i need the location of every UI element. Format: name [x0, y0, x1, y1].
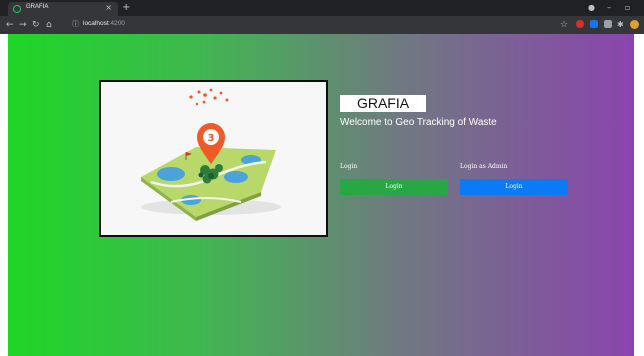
reload-icon[interactable]: ↻ — [32, 19, 40, 31]
pin-badge: 3 — [208, 133, 215, 144]
tab-title: GRAFIA — [26, 4, 49, 10]
profile-indicator-icon[interactable]: ● — [588, 3, 595, 13]
forward-icon[interactable]: → — [19, 19, 27, 31]
login-button[interactable]: Login — [340, 179, 448, 195]
maximize-icon[interactable]: ▫ — [625, 3, 630, 13]
admin-login-label: Login as Admin — [460, 163, 508, 170]
minimize-icon[interactable]: – — [607, 3, 611, 13]
new-tab-icon[interactable]: + — [122, 3, 130, 13]
extension-icon[interactable] — [604, 20, 612, 28]
tab-close-icon[interactable]: × — [105, 3, 112, 13]
browser-tabstrip: GRAFIA × + ● – ▫ — [0, 0, 644, 16]
star-icon[interactable]: ☆ — [560, 19, 568, 31]
url-text: localhost:4200 — [83, 20, 125, 27]
browser-toolbar: ← → ↻ ⌂ ⓘ localhost:4200 ☆ ✱ — [0, 16, 644, 34]
welcome-subtitle: Welcome to Geo Tracking of Waste — [340, 117, 497, 128]
page-background: 3 GRAFIA Welcome to Geo Tracking of Wast… — [8, 34, 634, 356]
extension-icon[interactable] — [590, 20, 598, 28]
back-icon[interactable]: ← — [6, 19, 14, 31]
hero-illustration: 3 — [99, 80, 328, 237]
extension-icon[interactable] — [576, 20, 584, 28]
info-icon[interactable]: ⓘ — [72, 19, 79, 29]
admin-login-button[interactable]: Login — [460, 179, 568, 195]
favicon-icon — [13, 5, 21, 13]
extensions-puzzle-icon[interactable]: ✱ — [617, 19, 624, 31]
home-icon[interactable]: ⌂ — [46, 19, 52, 31]
brand-title: GRAFIA — [340, 95, 426, 112]
login-label: Login — [340, 163, 358, 170]
browser-tab[interactable]: GRAFIA × — [8, 2, 118, 16]
profile-avatar[interactable] — [630, 20, 639, 29]
address-bar[interactable]: ⓘ localhost:4200 — [66, 18, 536, 32]
map-illustration: 3 — [141, 88, 281, 221]
